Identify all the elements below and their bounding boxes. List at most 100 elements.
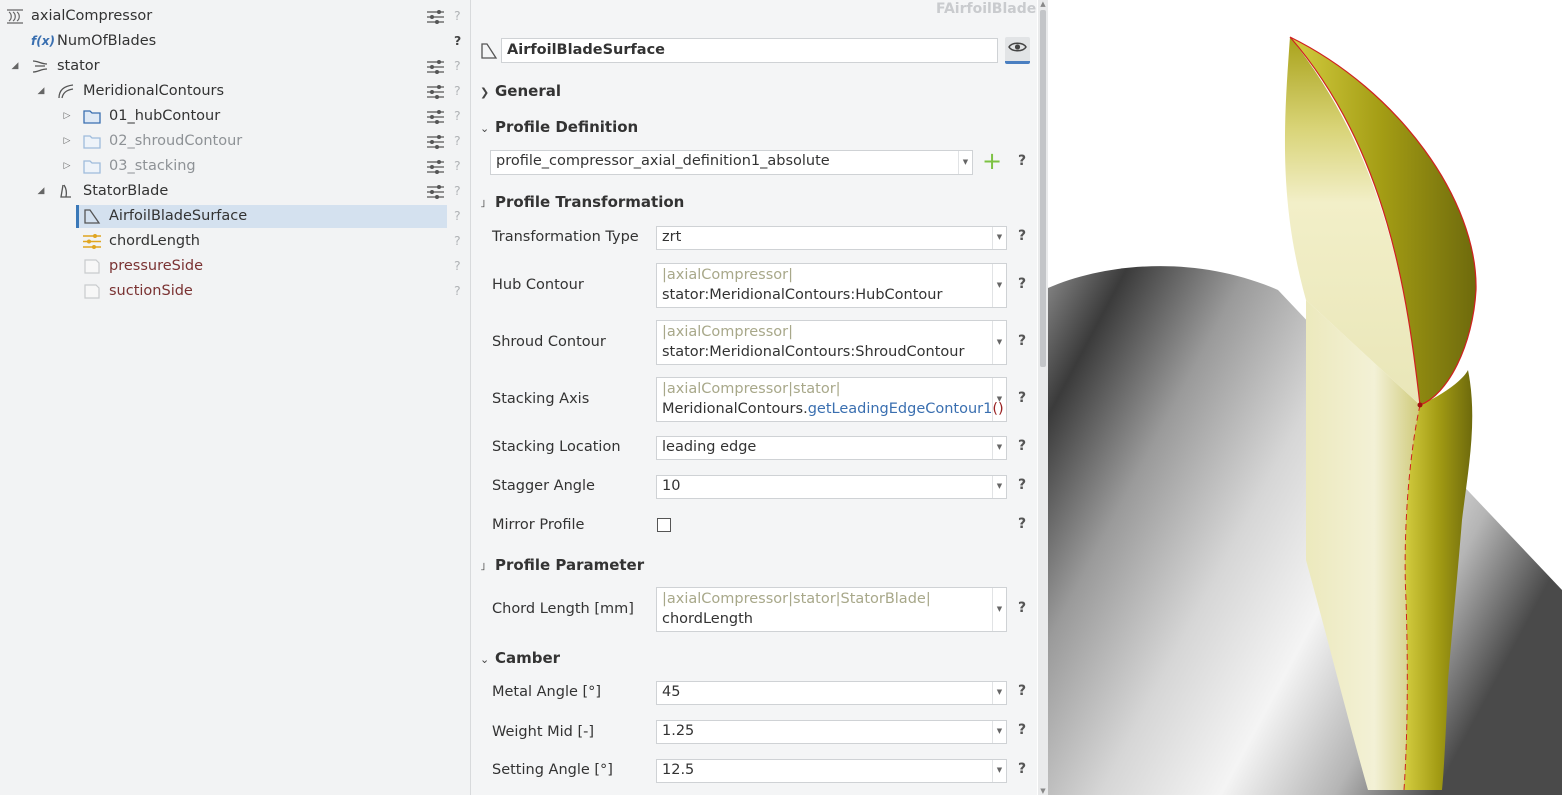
shroud-contour-field[interactable]: |axialCompressor| stator:MeridionalConto… [656, 320, 1007, 365]
help-icon[interactable]: ? [454, 58, 461, 73]
setting-angle-value: 12.5 [662, 762, 695, 778]
collapse-icon[interactable]: ◢ [35, 184, 47, 198]
tree-item-label: MeridionalContours [83, 83, 225, 99]
stacking-location-label: Stacking Location [492, 439, 621, 455]
mirror-profile-checkbox[interactable] [657, 518, 671, 532]
help-icon[interactable]: ? [454, 158, 461, 173]
help-icon[interactable]: ? [1018, 333, 1026, 349]
help-icon[interactable]: ? [1018, 516, 1026, 532]
tree-item-stator[interactable]: ◢ stator ? [0, 54, 470, 79]
tree-item-label: pressureSide [109, 258, 203, 274]
help-icon[interactable]: ? [454, 233, 461, 248]
tree-item-suctionside[interactable]: suctionSide ? [0, 279, 470, 304]
chord-length-field[interactable]: |axialCompressor|stator|StatorBlade| cho… [656, 587, 1007, 632]
help-icon[interactable]: ? [454, 283, 461, 298]
section-general[interactable]: ❯ General [480, 82, 561, 100]
hub-surface [1048, 266, 1562, 795]
help-icon[interactable]: ? [454, 208, 461, 223]
help-icon[interactable]: ? [1018, 438, 1026, 454]
help-icon[interactable]: ? [454, 183, 461, 198]
section-profile-parameter[interactable]: ˩ Profile Parameter [480, 556, 644, 574]
expand-icon[interactable]: ▷ [61, 134, 73, 148]
help-icon[interactable]: ? [454, 8, 461, 23]
hub-contour-field[interactable]: |axialCompressor| stator:MeridionalConto… [656, 263, 1007, 308]
help-icon[interactable]: ? [454, 133, 461, 148]
tree-item-label: 01_hubContour [109, 108, 221, 124]
expand-icon[interactable]: ▷ [61, 159, 73, 173]
section-camber[interactable]: ⌄ Camber [480, 649, 560, 667]
help-icon[interactable]: ? [1018, 390, 1026, 406]
collapse-icon[interactable]: ◢ [9, 59, 21, 73]
profile-definition-value: profile_compressor_axial_definition1_abs… [496, 153, 830, 169]
section-title: Camber [495, 649, 561, 667]
help-icon[interactable]: ? [454, 33, 461, 48]
weight-mid-input[interactable]: 1.25 ▼ [656, 720, 1007, 744]
help-icon[interactable]: ? [1018, 276, 1026, 292]
help-icon[interactable]: ? [1018, 600, 1026, 616]
settings-sliders-icon[interactable] [427, 184, 444, 199]
surface-icon [481, 43, 498, 59]
object-name-input[interactable]: AirfoilBladeSurface [501, 38, 998, 63]
tree-item-01-hubcontour[interactable]: ▷ 01_hubContour ? [0, 104, 470, 129]
help-icon[interactable]: ? [1018, 153, 1026, 169]
add-icon[interactable]: + [982, 149, 1002, 173]
tree-item-chordlength[interactable]: chordLength ? [0, 229, 470, 254]
scroll-down-icon[interactable]: ▼ [1038, 787, 1048, 795]
blade-render [1048, 36, 1562, 795]
help-icon[interactable]: ? [454, 108, 461, 123]
dropdown-arrow-icon[interactable]: ▼ [992, 321, 1006, 364]
dropdown-arrow-icon[interactable]: ▼ [992, 437, 1006, 459]
scrollbar-thumb[interactable] [1040, 10, 1046, 367]
dropdown-arrow-icon[interactable]: ▼ [992, 721, 1006, 743]
metal-angle-value: 45 [662, 684, 681, 700]
stacking-location-select[interactable]: leading edge ▼ [656, 436, 1007, 460]
dropdown-arrow-icon[interactable]: ▼ [992, 476, 1006, 498]
collapse-icon[interactable]: ◢ [35, 84, 47, 98]
tree-item-numofblades[interactable]: f(x) NumOfBlades ? [0, 29, 470, 54]
help-icon[interactable]: ? [1018, 722, 1026, 738]
settings-sliders-icon[interactable] [427, 109, 444, 124]
dropdown-arrow-icon[interactable]: ▼ [992, 378, 1006, 421]
stagger-angle-input[interactable]: 10 ▼ [656, 475, 1007, 499]
expand-icon[interactable]: ▷ [61, 109, 73, 123]
help-icon[interactable]: ? [454, 83, 461, 98]
tree-item-axialcompressor[interactable]: axialCompressor ? [0, 4, 470, 29]
settings-sliders-icon[interactable] [427, 9, 444, 24]
hub-contour-label: Hub Contour [492, 277, 584, 293]
stator-icon [32, 60, 48, 73]
stacking-axis-field[interactable]: |axialCompressor|stator| MeridionalConto… [656, 377, 1007, 422]
help-icon[interactable]: ? [1018, 477, 1026, 493]
tree-item-meridionalcontours[interactable]: ◢ MeridionalContours ? [0, 79, 470, 104]
help-icon[interactable]: ? [454, 258, 461, 273]
settings-sliders-icon[interactable] [427, 59, 444, 74]
scroll-up-icon[interactable]: ▲ [1038, 0, 1048, 8]
setting-angle-input[interactable]: 12.5 ▼ [656, 759, 1007, 783]
tree-item-pressureside[interactable]: pressureSide ? [0, 254, 470, 279]
transformation-type-select[interactable]: zrt ▼ [656, 226, 1007, 250]
dropdown-arrow-icon[interactable]: ▼ [992, 588, 1006, 631]
help-icon[interactable]: ? [1018, 683, 1026, 699]
weight-mid-label: Weight Mid [-] [492, 724, 595, 740]
tree-item-airfoilbladesurface[interactable]: AirfoilBladeSurface ? [0, 204, 470, 229]
dropdown-arrow-icon[interactable]: ▼ [992, 760, 1006, 782]
section-profile-definition[interactable]: ⌄ Profile Definition [480, 118, 638, 136]
tree-item-02-shroudcontour[interactable]: ▷ 02_shroudContour ? [0, 129, 470, 154]
help-icon[interactable]: ? [1018, 761, 1026, 777]
dropdown-arrow-icon[interactable]: ▼ [992, 264, 1006, 307]
metal-angle-input[interactable]: 45 ▼ [656, 681, 1007, 705]
settings-sliders-icon[interactable] [427, 134, 444, 149]
help-icon[interactable]: ? [1018, 228, 1026, 244]
panel-scrollbar[interactable]: ▲ ▼ [1038, 0, 1048, 795]
3d-viewport[interactable] [1048, 0, 1562, 795]
profile-definition-select[interactable]: profile_compressor_axial_definition1_abs… [490, 150, 973, 175]
settings-sliders-icon[interactable] [427, 84, 444, 99]
tree-item-statorblade[interactable]: ◢ StatorBlade ? [0, 179, 470, 204]
tree-item-03-stacking[interactable]: ▷ 03_stacking ? [0, 154, 470, 179]
visibility-toggle-button[interactable] [1005, 37, 1030, 64]
empty-surface-icon [84, 259, 100, 274]
settings-sliders-icon[interactable] [427, 159, 444, 174]
dropdown-arrow-icon[interactable]: ▼ [992, 227, 1006, 249]
dropdown-arrow-icon[interactable]: ▼ [992, 682, 1006, 704]
section-profile-transformation[interactable]: ˩ Profile Transformation [480, 193, 684, 211]
dropdown-arrow-icon[interactable]: ▼ [958, 151, 972, 174]
